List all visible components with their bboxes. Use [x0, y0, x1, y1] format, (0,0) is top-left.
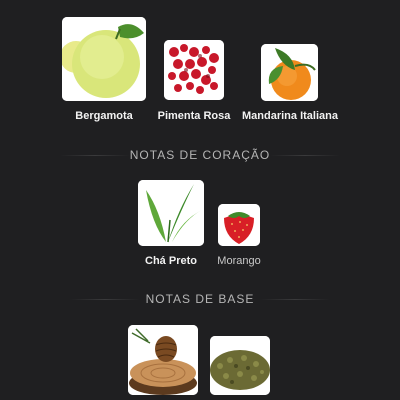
- bergamot-image: [62, 17, 146, 101]
- note-label: Mandarina Italiana: [242, 110, 338, 122]
- heart-notes-title: NOTAS DE CORAÇÃO: [129, 148, 271, 162]
- dried-herbs-image: [210, 336, 270, 395]
- pink-pepper-image: [164, 40, 224, 100]
- tea-leaf-image: [138, 180, 204, 246]
- base-notes-title: NOTAS DE BASE: [145, 292, 255, 306]
- pinecone-wood-image: [128, 325, 198, 395]
- note-label: Pimenta Rosa: [157, 110, 231, 122]
- note-label: Bergamota: [75, 110, 133, 122]
- note-label: Morango: [217, 255, 261, 267]
- mandarin-image: [261, 44, 318, 101]
- note-label: Chá Preto: [145, 255, 197, 267]
- strawberry-image: [218, 204, 260, 246]
